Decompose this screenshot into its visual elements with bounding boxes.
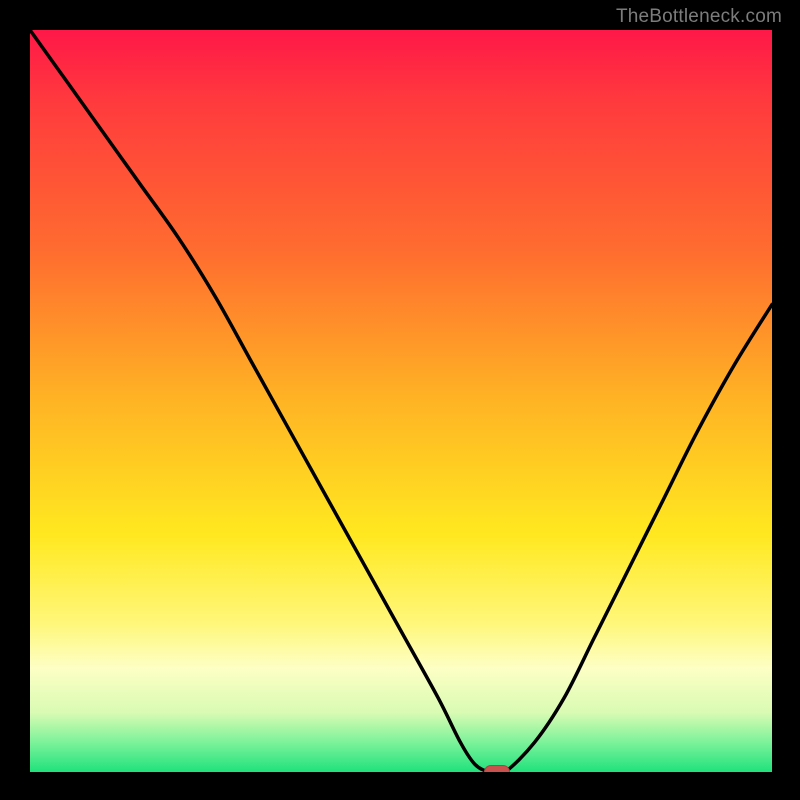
- bottleneck-curve: [30, 30, 772, 772]
- chart-frame: TheBottleneck.com: [0, 0, 800, 800]
- curve-svg: [30, 30, 772, 772]
- watermark-text: TheBottleneck.com: [616, 6, 782, 28]
- optimal-marker: [484, 765, 510, 772]
- plot-area: [30, 30, 772, 772]
